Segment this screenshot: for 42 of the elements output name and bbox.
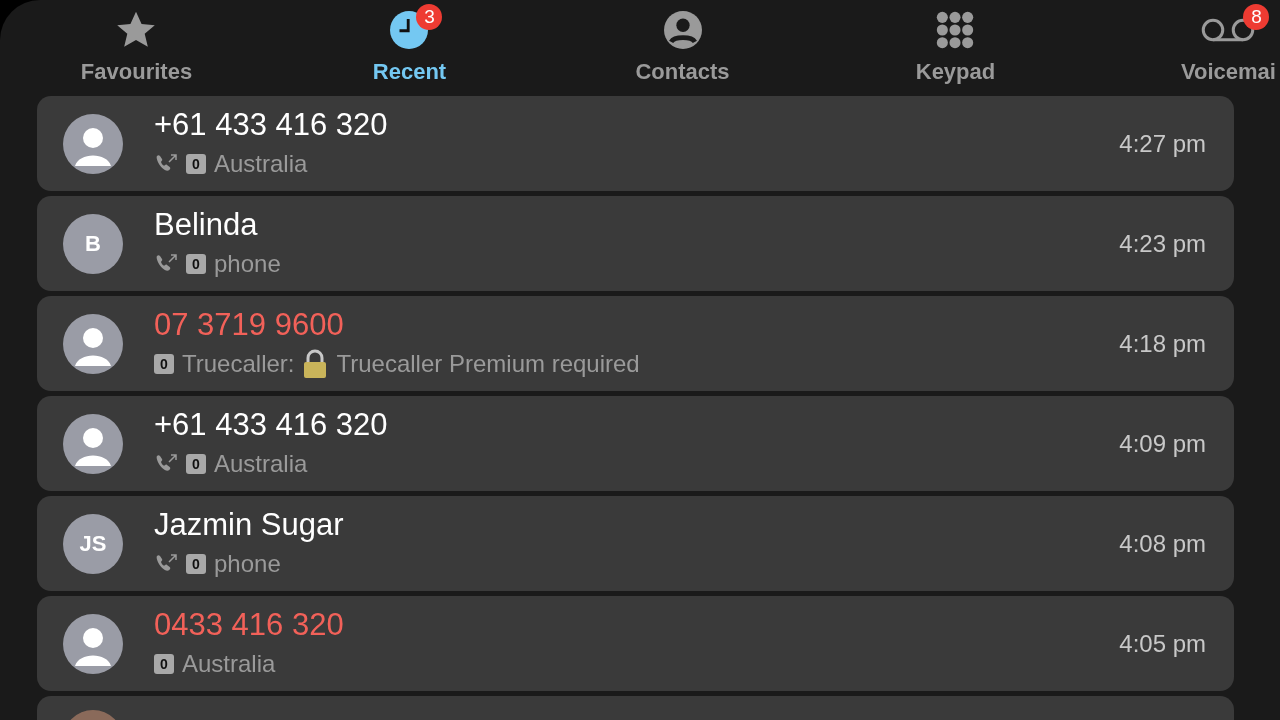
caller-name: +61 433 416 320: [154, 105, 389, 144]
call-row[interactable]: JS Jazmin Sugar 0 phone 4:08 pm: [37, 496, 1234, 591]
tab[interactable]: Keypad: [915, 55, 996, 88]
sim-badge: 0: [186, 453, 206, 474]
notification-badge: 3: [416, 4, 443, 30]
avatar: B: [63, 213, 123, 274]
tab[interactable]: Favourites: [80, 55, 193, 88]
call-detail: Truecaller Premium required: [336, 348, 640, 379]
call-row[interactable]: +61 433 416 320 0 Australia 4:27 pm: [37, 96, 1234, 191]
caller-name: 0433 416 320: [154, 605, 345, 644]
call-time: 4:05 pm: [1119, 628, 1206, 659]
call-time: 4:09 pm: [1119, 428, 1206, 459]
call-detail: Australia: [214, 448, 308, 479]
call-detail: phone: [214, 548, 281, 579]
call-time: 4:23 pm: [1119, 228, 1206, 259]
sim-badge: 0: [154, 353, 174, 374]
caller-name: Jazmin Sugar: [154, 505, 345, 544]
call-row[interactable]: 0433 416 320 0 Australia 4:05 pm: [37, 596, 1234, 691]
sim-badge: 0: [186, 253, 206, 274]
caller-name: 07 3719 9600: [154, 305, 345, 344]
call-time: 4:27 pm: [1119, 128, 1206, 159]
tab[interactable]: Contacts: [635, 55, 730, 88]
caller-name: +61 433 416 320: [154, 405, 389, 444]
call-time: 4:18 pm: [1119, 328, 1206, 359]
avatar: JS: [63, 513, 123, 574]
caller-id-source: Truecaller:: [182, 348, 295, 379]
call-time: 4:08 pm: [1119, 528, 1206, 559]
call-row[interactable]: B Belinda 0 phone 4:23 pm: [37, 196, 1234, 291]
call-detail: Australia: [214, 148, 308, 179]
keypad-icon: [936, 11, 975, 49]
sim-badge: 0: [186, 153, 206, 174]
call-row[interactable]: +61 433 416 320 0 Australia 4:09 pm: [37, 396, 1234, 491]
tab[interactable]: Recent: [372, 55, 447, 88]
sim-badge: 0: [186, 553, 206, 574]
sim-badge: 0: [154, 653, 174, 674]
person-icon: [663, 11, 702, 49]
call-detail: Australia: [182, 648, 276, 679]
call-detail: phone: [214, 248, 281, 279]
caller-name: Belinda: [154, 205, 259, 244]
notification-badge: 8: [1243, 4, 1270, 30]
call-row[interactable]: 07 3719 9600 0 Truecaller: Truecaller Premium required 4:18 pm: [37, 296, 1234, 391]
tab[interactable]: Voicemai: [1181, 55, 1276, 88]
